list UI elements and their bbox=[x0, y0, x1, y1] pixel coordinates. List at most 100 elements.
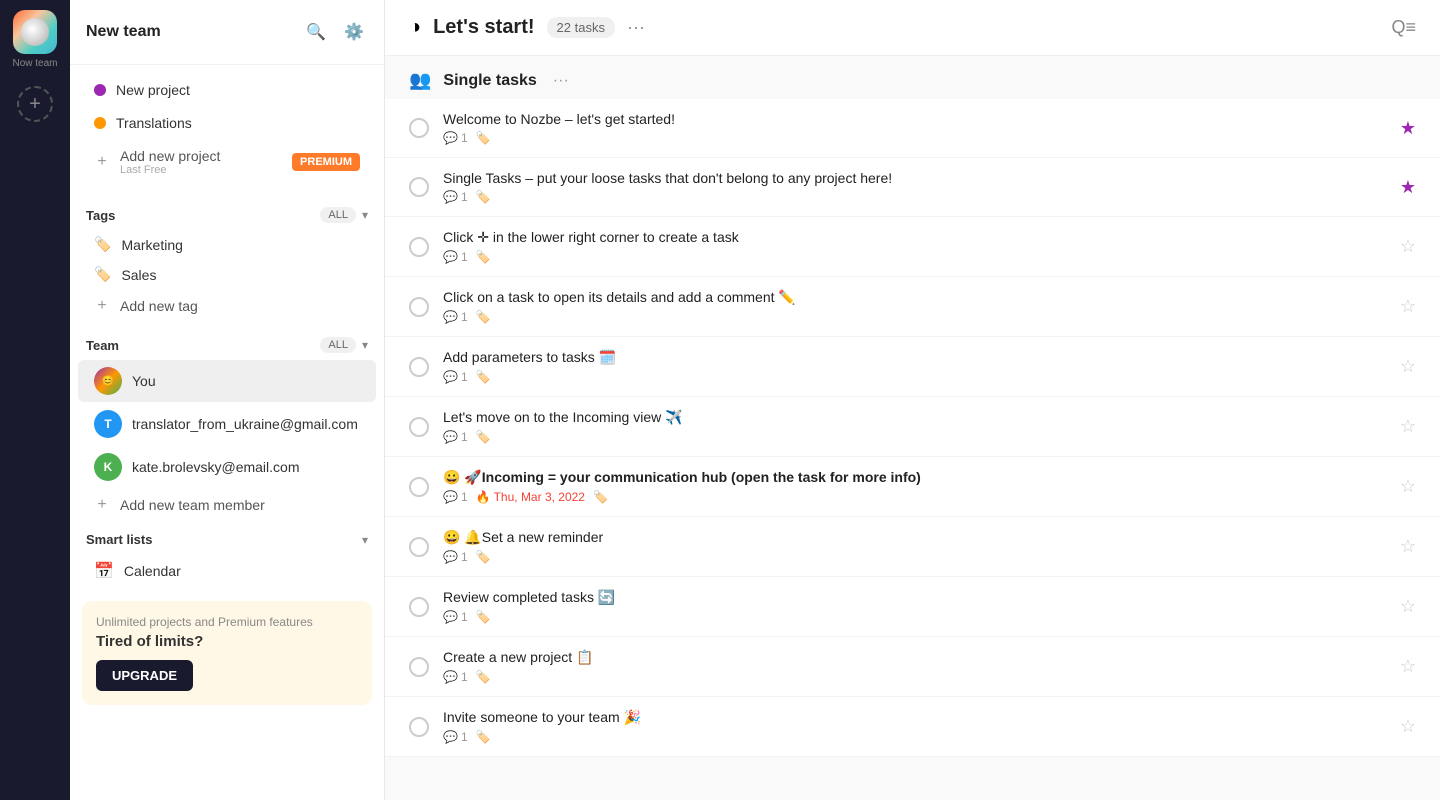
sidebar-settings-button[interactable]: ⚙️ bbox=[340, 18, 368, 46]
sidebar-header-icons: 🔍 ⚙️ bbox=[302, 18, 368, 46]
sidebar-title: New team bbox=[86, 23, 161, 41]
task-checkbox[interactable] bbox=[409, 537, 429, 557]
member-kate[interactable]: K kate.brolevsky@email.com bbox=[78, 446, 376, 488]
add-project-row[interactable]: + Add new project Last Free PREMIUM bbox=[78, 140, 376, 184]
calendar-item[interactable]: 📅 Calendar bbox=[78, 554, 376, 588]
task-star[interactable]: ☆ bbox=[1400, 656, 1416, 677]
task-checkbox[interactable] bbox=[409, 597, 429, 617]
task-item[interactable]: Welcome to Nozbe – let's get started! 💬 … bbox=[385, 99, 1440, 158]
tags-chevron[interactable]: ▾ bbox=[362, 208, 368, 222]
task-item[interactable]: Single Tasks – put your loose tasks that… bbox=[385, 158, 1440, 217]
content-title: Let's start! bbox=[433, 16, 534, 39]
member-kate-name: kate.brolevsky@email.com bbox=[132, 459, 300, 475]
task-content: Review completed tasks 🔄 💬 1 🏷️ bbox=[443, 589, 1386, 624]
calendar-label: Calendar bbox=[124, 563, 181, 579]
task-comments: 💬 1 bbox=[443, 250, 468, 264]
task-checkbox[interactable] bbox=[409, 717, 429, 737]
add-workspace-button[interactable]: + bbox=[17, 86, 53, 122]
task-comments: 💬 1 bbox=[443, 550, 468, 564]
task-checkbox[interactable] bbox=[409, 477, 429, 497]
tag-marketing[interactable]: 🏷️ Marketing bbox=[78, 230, 376, 259]
header-search-button[interactable]: Q≡ bbox=[1391, 17, 1416, 38]
team-controls: ALL ▾ bbox=[320, 337, 368, 353]
task-content: Invite someone to your team 🎉 💬 1 🏷️ bbox=[443, 709, 1386, 744]
task-item[interactable]: Click ✛ in the lower right corner to cre… bbox=[385, 217, 1440, 277]
content-header: ◑ Let's start! 22 tasks ··· Q≡ bbox=[385, 0, 1440, 56]
upgrade-button[interactable]: UPGRADE bbox=[96, 660, 193, 691]
add-tag-row[interactable]: + Add new tag bbox=[78, 290, 376, 322]
task-count-badge: 22 tasks bbox=[547, 17, 615, 38]
sidebar-item-translations[interactable]: Translations bbox=[78, 107, 376, 139]
tags-all-badge[interactable]: ALL bbox=[320, 207, 356, 223]
main-content: ◑ Let's start! 22 tasks ··· Q≡ 👥 Single … bbox=[385, 0, 1440, 800]
smart-lists-chevron[interactable]: ▾ bbox=[362, 533, 368, 547]
task-checkbox[interactable] bbox=[409, 177, 429, 197]
task-item[interactable]: Click on a task to open its details and … bbox=[385, 277, 1440, 337]
task-checkbox[interactable] bbox=[409, 357, 429, 377]
tags-section: Tags ALL ▾ 🏷️ Marketing 🏷️ Sales + Add n… bbox=[70, 193, 384, 323]
member-translator[interactable]: T translator_from_ukraine@gmail.com bbox=[78, 403, 376, 445]
task-comments: 💬 1 bbox=[443, 370, 468, 384]
add-tag-label: Add new tag bbox=[120, 298, 198, 314]
add-member-label: Add new team member bbox=[120, 497, 265, 513]
app-icon[interactable]: Now team bbox=[12, 10, 57, 70]
task-star[interactable]: ☆ bbox=[1400, 716, 1416, 737]
group-more-button[interactable]: ··· bbox=[553, 72, 569, 90]
smart-lists-header: Smart lists ▾ bbox=[70, 522, 384, 553]
header-more-button[interactable]: ··· bbox=[627, 17, 645, 38]
task-star[interactable]: ☆ bbox=[1400, 476, 1416, 497]
member-you-name: You bbox=[132, 373, 156, 389]
task-star[interactable]: ☆ bbox=[1400, 536, 1416, 557]
add-project-icon: + bbox=[94, 154, 110, 170]
avatar-translator: T bbox=[94, 410, 122, 438]
task-item[interactable]: Let's move on to the Incoming view ✈️ 💬 … bbox=[385, 397, 1440, 457]
task-star[interactable]: ★ bbox=[1400, 177, 1416, 198]
task-star[interactable]: ☆ bbox=[1400, 296, 1416, 317]
task-checkbox[interactable] bbox=[409, 118, 429, 138]
task-star[interactable]: ★ bbox=[1400, 118, 1416, 139]
team-chevron[interactable]: ▾ bbox=[362, 338, 368, 352]
task-item[interactable]: Review completed tasks 🔄 💬 1 🏷️ ☆ bbox=[385, 577, 1440, 637]
tags-title: Tags bbox=[86, 208, 115, 223]
task-item[interactable]: Invite someone to your team 🎉 💬 1 🏷️ ☆ bbox=[385, 697, 1440, 757]
task-item[interactable]: 😀 🚀Incoming = your communication hub (op… bbox=[385, 457, 1440, 517]
calendar-icon: 📅 bbox=[94, 561, 114, 581]
group-title: Single tasks bbox=[443, 72, 536, 90]
task-tag: 🏷️ bbox=[476, 730, 491, 744]
member-translator-name: translator_from_ukraine@gmail.com bbox=[132, 416, 358, 432]
task-item[interactable]: 😀 🔔Set a new reminder 💬 1 🏷️ ☆ bbox=[385, 517, 1440, 577]
task-checkbox[interactable] bbox=[409, 417, 429, 437]
task-checkbox[interactable] bbox=[409, 297, 429, 317]
add-tag-icon: + bbox=[94, 298, 110, 314]
premium-badge[interactable]: PREMIUM bbox=[292, 153, 360, 171]
task-title: 😀 🔔Set a new reminder bbox=[443, 529, 1386, 546]
upgrade-title: Tired of limits? bbox=[96, 633, 358, 650]
task-content: Click ✛ in the lower right corner to cre… bbox=[443, 229, 1386, 264]
task-checkbox[interactable] bbox=[409, 657, 429, 677]
task-meta: 💬 1 🏷️ bbox=[443, 370, 1386, 384]
tag-sales[interactable]: 🏷️ Sales bbox=[78, 260, 376, 289]
sidebar-search-button[interactable]: 🔍 bbox=[302, 18, 330, 46]
task-meta: 💬 1 🏷️ bbox=[443, 131, 1386, 145]
task-item[interactable]: Create a new project 📋 💬 1 🏷️ ☆ bbox=[385, 637, 1440, 697]
task-star[interactable]: ☆ bbox=[1400, 596, 1416, 617]
task-comments: 💬 1 bbox=[443, 730, 468, 744]
member-you[interactable]: 😊 You bbox=[78, 360, 376, 402]
task-item[interactable]: Add parameters to tasks 🗓️ 💬 1 🏷️ ☆ bbox=[385, 337, 1440, 397]
task-tag: 🏷️ bbox=[476, 310, 491, 324]
task-title: Click on a task to open its details and … bbox=[443, 289, 1386, 306]
add-project-label: Add new project bbox=[120, 148, 282, 164]
add-member-icon: + bbox=[94, 497, 110, 513]
project-name: New project bbox=[116, 82, 360, 98]
team-all-badge[interactable]: ALL bbox=[320, 337, 356, 353]
task-checkbox[interactable] bbox=[409, 237, 429, 257]
task-content: Welcome to Nozbe – let's get started! 💬 … bbox=[443, 111, 1386, 145]
sidebar-item-new-project[interactable]: New project bbox=[78, 74, 376, 106]
task-star[interactable]: ☆ bbox=[1400, 236, 1416, 257]
task-comments: 💬 1 bbox=[443, 190, 468, 204]
task-star[interactable]: ☆ bbox=[1400, 416, 1416, 437]
task-content: Click on a task to open its details and … bbox=[443, 289, 1386, 324]
task-date: 🔥 Thu, Mar 3, 2022 bbox=[476, 490, 585, 504]
task-star[interactable]: ☆ bbox=[1400, 356, 1416, 377]
add-member-row[interactable]: + Add new team member bbox=[78, 489, 376, 521]
